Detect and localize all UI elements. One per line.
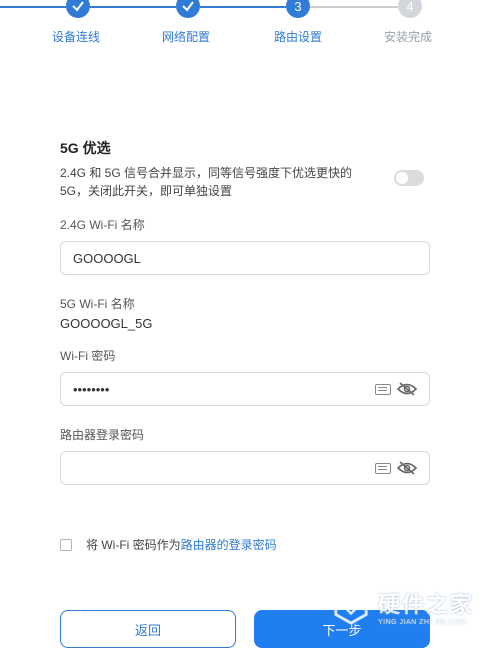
eye-hidden-icon[interactable] xyxy=(397,382,417,396)
step-connector xyxy=(200,6,286,8)
step-connector xyxy=(310,6,398,8)
step-2-label: 网络配置 xyxy=(162,30,211,44)
use-wifi-password-checkbox[interactable] xyxy=(60,538,72,551)
back-button[interactable]: 返回 xyxy=(60,610,236,648)
watermark-text-cn: 硬件之家 xyxy=(378,591,475,617)
keyboard-icon[interactable] xyxy=(375,462,391,474)
router-password-label: 路由器登录密码 xyxy=(60,428,145,442)
keyboard-icon[interactable] xyxy=(375,383,391,395)
wifi-password-label: Wi-Fi 密码 xyxy=(60,349,116,363)
step-connector xyxy=(90,6,176,8)
router-settings-form: 5G 优选 2.4G 和 5G 信号合并显示，同等信号强度下优选更快的 5G，关… xyxy=(60,138,432,485)
use-wifi-password-text: 将 Wi-Fi 密码作为 xyxy=(86,538,181,552)
router-password-input[interactable] xyxy=(60,451,430,485)
watermark-text-en: YING JIAN ZHI JIA.COM xyxy=(378,618,467,626)
wifi-5g-name-value: GOOOOGL_5G xyxy=(60,316,153,331)
wifi-5g-name-label: 5G Wi-Fi 名称 xyxy=(60,297,135,311)
band-5g-toggle[interactable] xyxy=(394,170,424,186)
wifi-password-value: •••••••• xyxy=(73,381,110,397)
check-icon xyxy=(182,1,194,12)
step-3-label: 路由设置 xyxy=(274,30,323,44)
wifi-24g-name-value: GOOOOGL xyxy=(73,250,141,266)
watermark-logo-icon xyxy=(334,587,368,625)
router-login-password-link[interactable]: 路由器的登录密码 xyxy=(181,536,277,553)
step-4-number: 4 xyxy=(398,0,422,18)
check-icon xyxy=(72,1,84,12)
wifi-24g-name-label: 2.4G Wi-Fi 名称 xyxy=(60,218,145,232)
step-1-check xyxy=(66,0,90,18)
step-4-label: 安装完成 xyxy=(384,30,433,44)
band-5g-description: 2.4G 和 5G 信号合并显示，同等信号强度下优选更快的 5G，关闭此开关，即… xyxy=(60,166,353,198)
watermark: 硬件之家 YING JIAN ZHI JIA.COM xyxy=(332,576,492,636)
toggle-knob xyxy=(396,172,408,184)
use-wifi-password-row[interactable]: 将 Wi-Fi 密码作为 路由器的登录密码 xyxy=(60,536,277,553)
wifi-24g-name-input[interactable]: GOOOOGL xyxy=(60,241,430,275)
step-2-check xyxy=(176,0,200,18)
band-5g-title: 5G 优选 xyxy=(60,140,111,156)
step-3-number: 3 xyxy=(286,0,310,18)
wifi-password-input[interactable]: •••••••• xyxy=(60,372,430,406)
eye-hidden-icon[interactable] xyxy=(397,461,417,475)
step-connector xyxy=(0,6,66,8)
setup-stepper: 3 4 设备连线 网络配置 路由设置 安装完成 xyxy=(0,0,500,60)
step-1-label: 设备连线 xyxy=(52,30,101,44)
